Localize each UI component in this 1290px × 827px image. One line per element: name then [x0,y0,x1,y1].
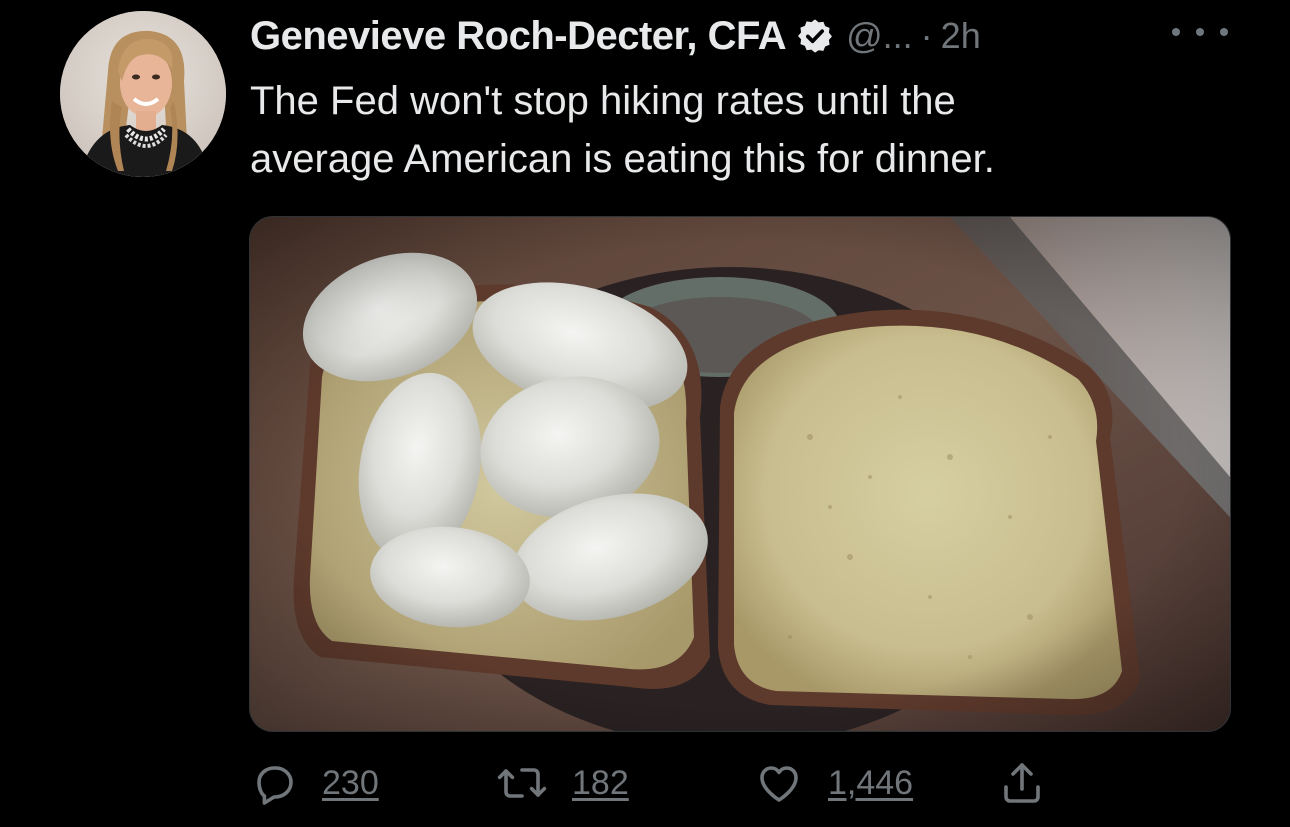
ice-sandwich-photo [250,217,1230,731]
more-dot [1172,28,1180,36]
more-dot [1196,28,1204,36]
heart-icon [754,759,804,807]
retweet-count[interactable]: 182 [572,764,629,803]
avatar-photo [60,11,226,177]
tweet-text: The Fed won't stop hiking rates until th… [250,72,1230,188]
tweet-header: Genevieve Roch-Decter, CFA @... · 2h [250,10,981,62]
tweet-timestamp[interactable]: 2h [941,15,981,57]
retweet-button[interactable]: 182 [496,755,629,811]
tweet[interactable]: Genevieve Roch-Decter, CFA @... · 2h The… [0,0,1290,827]
more-dots-icon[interactable] [1172,14,1228,50]
retweet-icon [496,759,548,807]
like-button[interactable]: 1,446 [754,755,913,811]
avatar[interactable] [60,11,226,177]
header-separator: · [920,15,933,56]
tweet-text-line-2: average American is eating this for dinn… [250,137,995,181]
share-upload-icon [998,759,1046,807]
share-button[interactable] [998,755,1046,811]
tweet-text-line-1: The Fed won't stop hiking rates until th… [250,79,956,123]
tweet-media-image[interactable] [249,216,1231,732]
author-handle[interactable]: @... [846,15,913,57]
tweet-action-bar: 230 182 1,446 [250,755,1070,811]
more-dot [1220,28,1228,36]
reply-bubble-icon [250,759,298,807]
verified-badge-icon [796,17,834,55]
reply-count[interactable]: 230 [322,764,379,803]
reply-button[interactable]: 230 [250,755,379,811]
author-display-name[interactable]: Genevieve Roch-Decter, CFA [250,14,787,59]
like-count[interactable]: 1,446 [828,764,913,803]
